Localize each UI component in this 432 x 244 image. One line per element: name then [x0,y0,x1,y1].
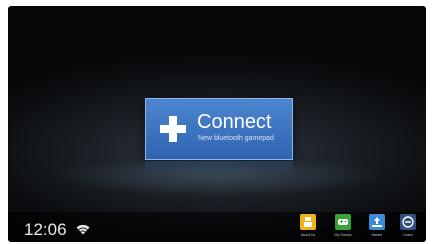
dock-label: Users [403,233,413,237]
taskbar: 12:06 About Us My Games Market Users [8,212,426,242]
launcher-screen: Connect New bluetooth gamepad 12:06 Abou… [8,6,426,242]
market-icon [369,214,385,230]
dock-label: Market [371,233,383,237]
users-icon [400,214,416,230]
dock-item-market[interactable]: Market [365,214,389,242]
tile-reflection [145,161,293,175]
dock-item-users[interactable]: Users [396,214,420,242]
dock-label: My Games [334,233,352,237]
info-icon [300,214,316,230]
dock-label: About Us [300,233,316,237]
dock-item-about-us[interactable]: About Us [296,214,320,242]
clock: 12:06 [24,220,67,239]
wifi-icon [76,224,90,235]
connect-subtitle: New bluetooth gamepad [198,135,274,142]
connect-gamepad-button[interactable]: Connect New bluetooth gamepad [145,98,293,160]
dock-item-my-games[interactable]: My Games [331,214,355,242]
connect-title: Connect [197,111,272,133]
gamepad-icon [335,214,351,230]
plus-icon [160,116,186,142]
